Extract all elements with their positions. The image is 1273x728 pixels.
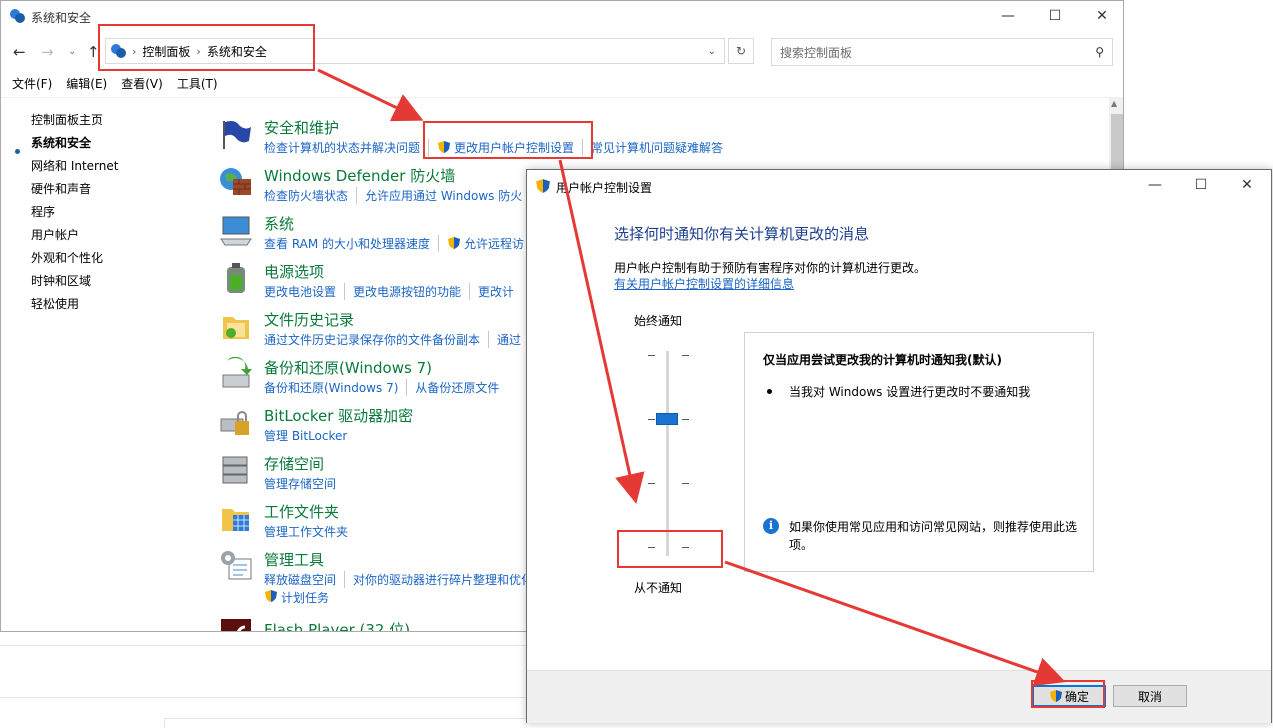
annotation-arrows	[317, 68, 1066, 687]
arrow-to-slider-bottom	[558, 159, 645, 504]
arrow-to-ok-button	[724, 560, 1066, 687]
arrow-to-change-uac	[317, 68, 424, 122]
